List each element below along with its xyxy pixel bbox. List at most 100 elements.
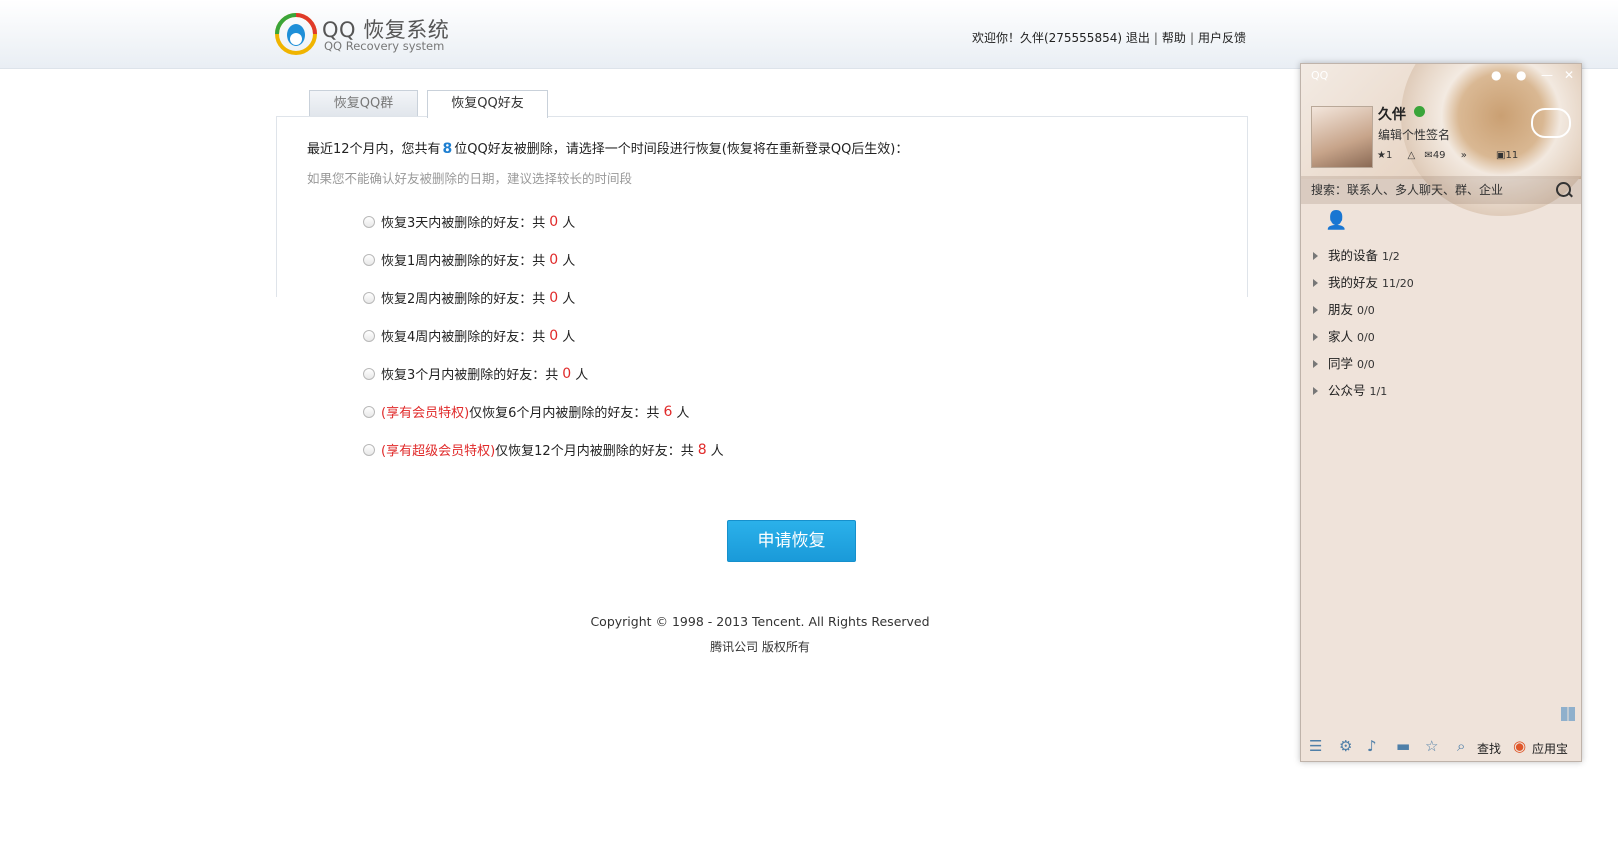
radio-button[interactable]	[363, 253, 375, 266]
logout-link[interactable]: 退出	[1126, 31, 1150, 45]
help-link[interactable]: 帮助	[1162, 31, 1186, 45]
favorites-icon[interactable]: ☆	[1425, 737, 1438, 755]
option-label: 恢复4周内被删除的好友：共	[381, 330, 546, 345]
expand-arrow-icon	[1313, 360, 1318, 368]
find-button[interactable]: 查找	[1477, 740, 1501, 757]
option-label: 恢复3个月内被删除的好友：共	[381, 368, 559, 383]
app-store-icon[interactable]: ◉	[1513, 737, 1526, 755]
option-count: 8	[697, 441, 707, 458]
group-friends[interactable]: 朋友 0/0	[1313, 296, 1414, 323]
group-my-friends[interactable]: 我的好友 11/20	[1313, 269, 1414, 296]
mail-icon[interactable]: ✉49	[1424, 150, 1451, 161]
option-unit: 人	[562, 292, 576, 307]
option-12-months[interactable]: (享有超级会员特权) 仅恢复12个月内被删除的好友：共 8 人	[363, 440, 724, 459]
group-official-accounts[interactable]: 公众号 1/1	[1313, 377, 1414, 404]
qq-recovery-logo-icon	[275, 13, 317, 55]
option-unit: 人	[562, 216, 576, 231]
tray-icon[interactable]: ▣11	[1496, 150, 1524, 161]
radio-button[interactable]	[363, 215, 375, 228]
search-icon[interactable]	[1556, 182, 1571, 197]
logo-subtitle: QQ Recovery system	[324, 39, 445, 53]
option-count: 0	[549, 289, 559, 306]
divider: |	[1189, 31, 1194, 45]
feedback-link[interactable]: 用户反馈	[1198, 31, 1246, 45]
group-my-devices[interactable]: 我的设备 1/2	[1313, 242, 1414, 269]
signature-edit[interactable]: 编辑个性签名	[1378, 126, 1450, 143]
option-2-weeks[interactable]: 恢复2周内被删除的好友：共 0 人	[363, 288, 575, 307]
minimize-icon[interactable]: —	[1541, 68, 1553, 82]
medal-icon[interactable]: ●	[1491, 68, 1501, 82]
super-vip-privilege-label: (享有超级会员特权)	[381, 444, 496, 459]
option-count: 0	[562, 365, 572, 382]
radio-button[interactable]	[363, 405, 375, 418]
vip-privilege-label: (享有会员特权)	[381, 406, 470, 421]
expand-arrow-icon	[1313, 387, 1318, 395]
option-3-months[interactable]: 恢复3个月内被删除的好友：共 0 人	[363, 364, 588, 383]
app-grid-icon[interactable]	[1561, 707, 1575, 721]
radio-button[interactable]	[363, 329, 375, 342]
option-count: 0	[549, 213, 559, 230]
find-icon[interactable]: ⌕	[1457, 737, 1465, 755]
option-unit: 人	[575, 368, 589, 383]
contact-search-input[interactable]: 搜索：联系人、多人聊天、群、企业	[1301, 176, 1581, 204]
online-status-icon[interactable]	[1414, 106, 1425, 117]
settings-icon[interactable]: ⚙	[1339, 737, 1352, 755]
shield-icon[interactable]: ●	[1516, 68, 1526, 82]
company-text: 腾讯公司 版权所有	[710, 640, 810, 654]
copyright-text: Copyright © 1998 - 2013 Tencent. All Rig…	[590, 614, 930, 629]
star-icon[interactable]: ★1	[1377, 150, 1398, 161]
deleted-count: 8	[442, 141, 453, 157]
qq-status-icons: ★1 △ ✉49 » ▣11	[1377, 150, 1530, 161]
option-label: 仅恢复6个月内被删除的好友：共	[469, 406, 660, 421]
option-4-weeks[interactable]: 恢复4周内被删除的好友：共 0 人	[363, 326, 575, 345]
option-unit: 人	[710, 444, 724, 459]
qq-logo: QQ	[1311, 69, 1329, 82]
intro-suffix: 位QQ好友被删除，请选择一个时间段进行恢复(恢复将在重新登录QQ后生效)：	[454, 142, 909, 157]
main-menu-icon[interactable]: ☰	[1309, 737, 1322, 755]
divider: |	[1153, 31, 1158, 45]
qq-bottom-toolbar: ☰ ⚙ ♪ ▬ ☆ ⌕ 查找 ◉ 应用宝	[1301, 731, 1581, 761]
apply-recovery-button[interactable]: 申请恢复	[727, 520, 856, 562]
option-label: 恢复2周内被删除的好友：共	[381, 292, 546, 307]
close-icon[interactable]: ✕	[1564, 68, 1574, 82]
expand-arrow-icon	[1313, 252, 1318, 260]
option-count: 0	[549, 327, 559, 344]
radio-button[interactable]	[363, 367, 375, 380]
intro-text: 最近12个月内，您共有 8 位QQ好友被删除，请选择一个时间段进行恢复(恢复将在重新…	[307, 138, 908, 157]
contacts-tab-icon[interactable]: 👤	[1325, 210, 1347, 231]
intro-prefix: 最近12个月内，您共有	[307, 142, 441, 157]
group-classmates[interactable]: 同学 0/0	[1313, 350, 1414, 377]
expand-arrow-icon	[1313, 333, 1318, 341]
option-unit: 人	[562, 254, 576, 269]
space-icon[interactable]: △	[1408, 150, 1416, 161]
app-store-button[interactable]: 应用宝	[1532, 740, 1568, 757]
option-label: 仅恢复12个月内被删除的好友：共	[495, 444, 694, 459]
option-label: 恢复1周内被删除的好友：共	[381, 254, 546, 269]
expand-arrow-icon	[1313, 306, 1318, 314]
expand-arrow-icon	[1313, 279, 1318, 287]
more-icon[interactable]: »	[1461, 150, 1467, 161]
weather-icon[interactable]	[1531, 108, 1571, 138]
welcome-text: 欢迎你！久伴(275555854)	[971, 31, 1123, 45]
option-count: 0	[549, 251, 559, 268]
radio-button[interactable]	[363, 443, 375, 456]
qq-client-window: QQ ● ● — ✕ 久伴 编辑个性签名 ★1 △ ✉49 » ▣11 搜索：联…	[1300, 63, 1582, 762]
tab-recover-group[interactable]: 恢复QQ群	[309, 90, 418, 116]
page-header: QQ 恢复系统 QQ Recovery system 欢迎你！久伴(275555…	[0, 0, 1618, 69]
radio-button[interactable]	[363, 291, 375, 304]
option-label: 恢复3天内被删除的好友：共	[381, 216, 546, 231]
option-6-months[interactable]: (享有会员特权) 仅恢复6个月内被删除的好友：共 6 人	[363, 402, 689, 421]
qq-nickname: 久伴	[1378, 107, 1406, 123]
option-unit: 人	[562, 330, 576, 345]
option-count: 6	[663, 403, 673, 420]
top-nav: 欢迎你！久伴(275555854) 退出 | 帮助 | 用户反馈	[972, 29, 1246, 46]
avatar[interactable]	[1311, 106, 1373, 168]
sound-icon[interactable]: ♪	[1367, 737, 1377, 755]
group-family[interactable]: 家人 0/0	[1313, 323, 1414, 350]
option-1-week[interactable]: 恢复1周内被删除的好友：共 0 人	[363, 250, 575, 269]
file-icon[interactable]: ▬	[1396, 737, 1410, 755]
option-3-days[interactable]: 恢复3天内被删除的好友：共 0 人	[363, 212, 575, 231]
intro-hint: 如果您不能确认好友被删除的日期，建议选择较长的时间段	[307, 171, 633, 186]
tab-recover-friends[interactable]: 恢复QQ好友	[427, 90, 548, 118]
option-unit: 人	[676, 406, 690, 421]
